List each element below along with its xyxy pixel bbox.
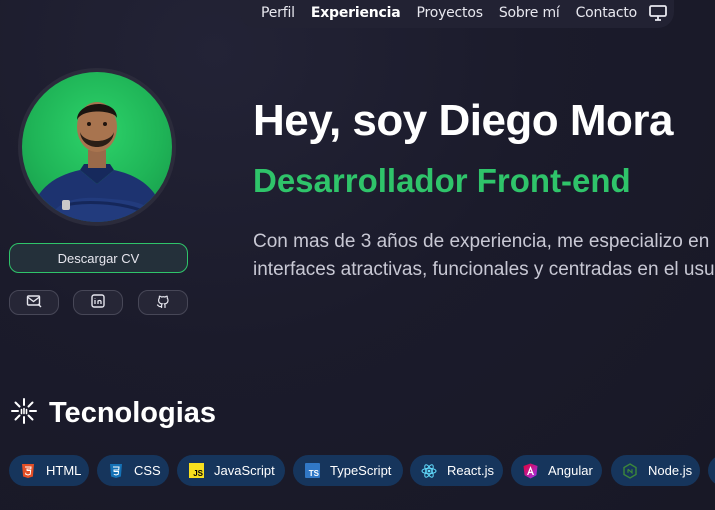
monitor-icon[interactable] <box>649 5 667 21</box>
top-nav: Perfil Experiencia Proyectos Sobre mí Co… <box>240 0 674 28</box>
tech-chip-label: Angular <box>548 463 593 478</box>
hero-description-line: Con mas de 3 años de experiencia, me esp… <box>253 231 710 252</box>
svg-text:JS: JS <box>193 469 203 478</box>
hero-title: Hey, soy Diego Mora <box>253 96 674 145</box>
profile-photo <box>22 72 172 222</box>
tech-chip-label: React.js <box>447 463 494 478</box>
linkedin-button[interactable] <box>73 290 123 315</box>
email-button[interactable] <box>9 290 59 315</box>
nodejs-icon <box>622 462 638 479</box>
html5-icon <box>20 462 36 479</box>
mail-icon <box>26 293 42 312</box>
tech-chip-label: Node.js <box>648 463 693 478</box>
tech-chip-nodejs: Node.js <box>611 455 700 486</box>
react-icon <box>421 462 437 479</box>
hero-description: Con mas de 3 años de experiencia, me esp… <box>253 228 715 284</box>
tech-chip-typescript: TS TypeScript <box>293 455 403 486</box>
tech-chip-react: React.js <box>410 455 503 486</box>
nav-perfil[interactable]: Perfil <box>261 5 295 21</box>
nav-experiencia[interactable]: Experiencia <box>311 5 401 21</box>
tech-chip-angular: Angular <box>511 455 602 486</box>
tech-chip-javascript: JS JavaScript <box>177 455 285 486</box>
tech-chip-css: CSS <box>97 455 169 486</box>
css3-icon <box>108 462 124 479</box>
tech-chip-html: HTML <box>9 455 89 486</box>
hero-description-line: interfaces atractivas, funcionales y cen… <box>253 259 715 280</box>
tech-chip-partial <box>708 455 715 486</box>
spark-icon <box>9 396 39 430</box>
tech-chip-label: TypeScript <box>330 463 392 478</box>
avatar <box>18 68 176 226</box>
download-cv-button[interactable]: Descargar CV <box>9 243 188 273</box>
nav-sobre-mi[interactable]: Sobre mí <box>499 5 560 21</box>
js-icon: JS <box>188 462 204 479</box>
ts-icon: TS <box>304 462 320 479</box>
tech-chip-label: CSS <box>134 463 161 478</box>
hero-role: Desarrollador Front-end <box>253 162 631 199</box>
tech-heading: Tecnologias <box>49 396 217 429</box>
svg-text:TS: TS <box>308 469 319 478</box>
angular-icon <box>522 462 538 479</box>
linkedin-icon <box>91 293 105 312</box>
nav-contacto[interactable]: Contacto <box>576 5 638 21</box>
tech-section-header: Tecnologias <box>9 396 216 430</box>
tech-chip-list: HTML CSS JS JavaScript TS TypeScript Rea… <box>9 455 715 487</box>
tech-chip-label: HTML <box>46 463 82 478</box>
tech-chip-label: JavaScript <box>214 463 275 478</box>
github-button[interactable] <box>138 290 188 315</box>
nav-proyectos[interactable]: Proyectos <box>416 5 483 21</box>
github-icon <box>156 293 170 312</box>
